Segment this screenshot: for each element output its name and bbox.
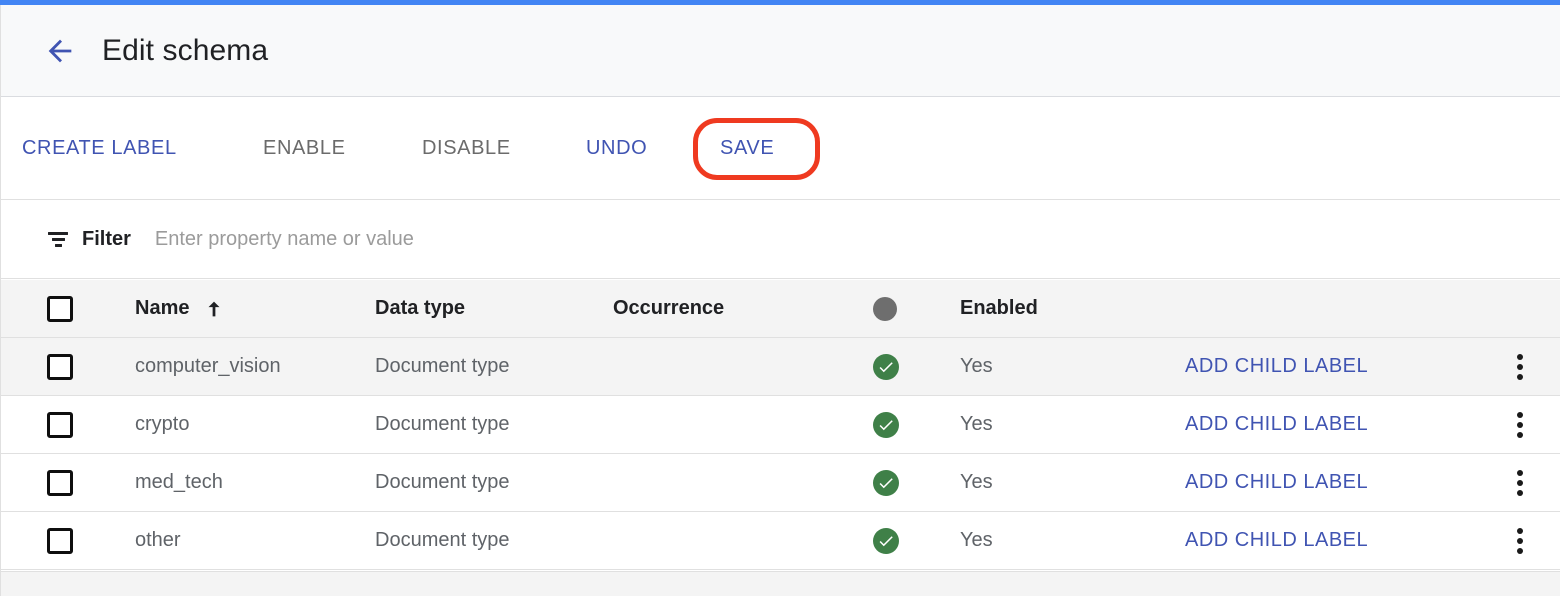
edit-schema-page: Edit schema CREATE LABEL ENABLE DISABLE … xyxy=(0,0,1560,596)
sort-ascending-icon xyxy=(203,298,225,320)
cell-status xyxy=(873,354,960,380)
back-button[interactable] xyxy=(36,27,84,75)
table-row[interactable]: computer_vision Document type Yes ADD CH… xyxy=(0,338,1560,396)
cell-actions: ADD CHILD LABEL xyxy=(1185,355,1480,378)
filter-bar: Filter xyxy=(0,201,1560,279)
column-header-status xyxy=(873,297,960,321)
schema-table: Name Data type Occurrence Enabled comput xyxy=(0,280,1560,570)
cell-data-type: Document type xyxy=(375,355,613,378)
column-header-data-type[interactable]: Data type xyxy=(375,297,613,320)
undo-button[interactable]: UNDO xyxy=(586,137,647,160)
cell-name: computer_vision xyxy=(120,355,375,378)
cell-status xyxy=(873,528,960,554)
enable-button[interactable]: ENABLE xyxy=(263,137,346,160)
table-footer-strip xyxy=(0,571,1560,596)
save-button[interactable]: SAVE xyxy=(720,137,774,160)
cell-name: crypto xyxy=(120,413,375,436)
cell-data-type: Document type xyxy=(375,471,613,494)
filter-input[interactable] xyxy=(155,220,915,260)
cell-menu xyxy=(1480,522,1560,560)
cell-data-type: Document type xyxy=(375,413,613,436)
table-row[interactable]: med_tech Document type Yes ADD CHILD LAB… xyxy=(0,454,1560,512)
cell-name: other xyxy=(120,529,375,552)
add-child-label-button[interactable]: ADD CHILD LABEL xyxy=(1185,529,1368,552)
disable-button[interactable]: DISABLE xyxy=(422,137,511,160)
row-select-cell xyxy=(0,354,120,380)
cell-menu xyxy=(1480,348,1560,386)
cell-status xyxy=(873,470,960,496)
filter-icon[interactable] xyxy=(46,228,70,252)
more-vert-icon[interactable] xyxy=(1511,522,1529,560)
page-header: Edit schema xyxy=(0,5,1560,97)
row-select-cell xyxy=(0,470,120,496)
create-label-button[interactable]: CREATE LABEL xyxy=(22,137,177,160)
add-child-label-button[interactable]: ADD CHILD LABEL xyxy=(1185,471,1368,494)
table-row[interactable]: crypto Document type Yes ADD CHILD LABEL xyxy=(0,396,1560,454)
cell-status xyxy=(873,412,960,438)
check-circle-icon xyxy=(873,470,899,496)
more-vert-icon[interactable] xyxy=(1511,348,1529,386)
check-circle-icon xyxy=(873,354,899,380)
row-select-cell xyxy=(0,412,120,438)
cell-enabled: Yes xyxy=(960,413,1185,436)
arrow-left-icon xyxy=(43,34,77,68)
filter-label: Filter xyxy=(82,228,131,251)
page-title: Edit schema xyxy=(102,34,268,68)
table-header-row: Name Data type Occurrence Enabled xyxy=(0,280,1560,338)
column-header-name[interactable]: Name xyxy=(120,297,375,320)
select-all-checkbox[interactable] xyxy=(47,296,73,322)
row-checkbox[interactable] xyxy=(47,412,73,438)
cell-actions: ADD CHILD LABEL xyxy=(1185,413,1480,436)
left-border-rule xyxy=(0,5,1,596)
cell-menu xyxy=(1480,406,1560,444)
action-toolbar xyxy=(0,98,1560,200)
circle-icon xyxy=(873,297,897,321)
table-row[interactable]: other Document type Yes ADD CHILD LABEL xyxy=(0,512,1560,570)
cell-actions: ADD CHILD LABEL xyxy=(1185,529,1480,552)
more-vert-icon[interactable] xyxy=(1511,406,1529,444)
cell-name: med_tech xyxy=(120,471,375,494)
column-header-enabled[interactable]: Enabled xyxy=(960,297,1185,320)
cell-enabled: Yes xyxy=(960,355,1185,378)
row-checkbox[interactable] xyxy=(47,528,73,554)
add-child-label-button[interactable]: ADD CHILD LABEL xyxy=(1185,413,1368,436)
row-checkbox[interactable] xyxy=(47,470,73,496)
add-child-label-button[interactable]: ADD CHILD LABEL xyxy=(1185,355,1368,378)
row-select-cell xyxy=(0,528,120,554)
cell-enabled: Yes xyxy=(960,529,1185,552)
cell-actions: ADD CHILD LABEL xyxy=(1185,471,1480,494)
cell-data-type: Document type xyxy=(375,529,613,552)
cell-enabled: Yes xyxy=(960,471,1185,494)
row-checkbox[interactable] xyxy=(47,354,73,380)
more-vert-icon[interactable] xyxy=(1511,464,1529,502)
check-circle-icon xyxy=(873,412,899,438)
column-header-occurrence[interactable]: Occurrence xyxy=(613,297,873,320)
select-all-cell xyxy=(0,296,120,322)
check-circle-icon xyxy=(873,528,899,554)
cell-menu xyxy=(1480,464,1560,502)
